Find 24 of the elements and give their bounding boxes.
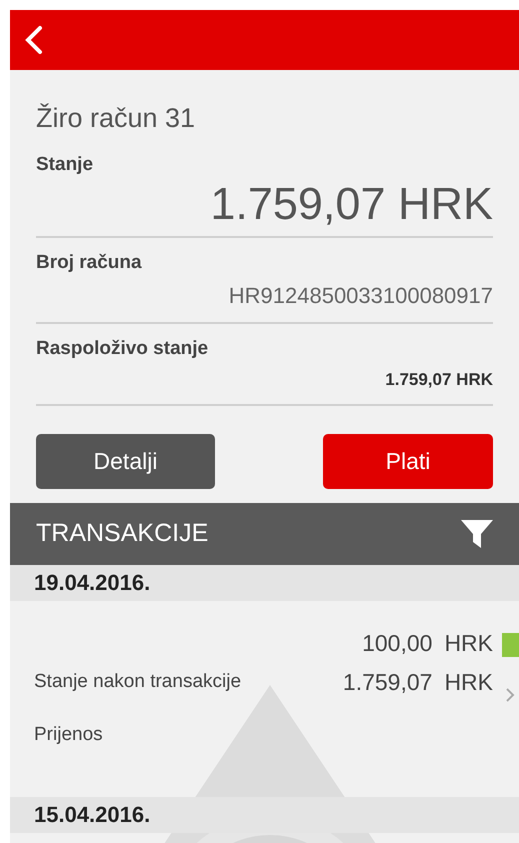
transaction-row[interactable]: 100,00 HRK Stanje nakon transakcije 1.759,07 HRK Prijenos	[10, 601, 519, 797]
filter-icon	[461, 518, 493, 550]
date-header: 19.04.2016.	[10, 565, 519, 601]
currency: HRK	[444, 628, 493, 658]
back-button[interactable]	[24, 25, 44, 55]
pay-button[interactable]: Plati	[323, 434, 493, 489]
details-button[interactable]: Detalji	[36, 434, 215, 489]
currency: HRK	[444, 668, 493, 697]
balance-amount: 1.759,07	[342, 668, 432, 697]
field-value: HR9124850033100080917	[228, 282, 493, 310]
field-label: Stanje	[36, 153, 94, 177]
field-label: Broj računa	[36, 251, 143, 275]
balance-label: Stanje nakon transakcije	[34, 670, 242, 694]
transaction-description: Prijenos	[34, 723, 104, 747]
chevron-right-icon	[505, 687, 515, 703]
back-icon	[24, 25, 44, 55]
field-value: 1.759,07 HRK	[209, 178, 493, 230]
date-header: 15.04.2016.	[10, 797, 519, 833]
account-title: Žiro račun 31	[36, 102, 196, 135]
field-label: Raspoloživo stanje	[36, 337, 210, 361]
amount: 100,00	[362, 628, 432, 658]
field-value: 1.759,07 HRK	[384, 369, 493, 391]
section-title: TRANSAKCIJE	[36, 518, 208, 550]
filter-button[interactable]	[461, 518, 493, 550]
